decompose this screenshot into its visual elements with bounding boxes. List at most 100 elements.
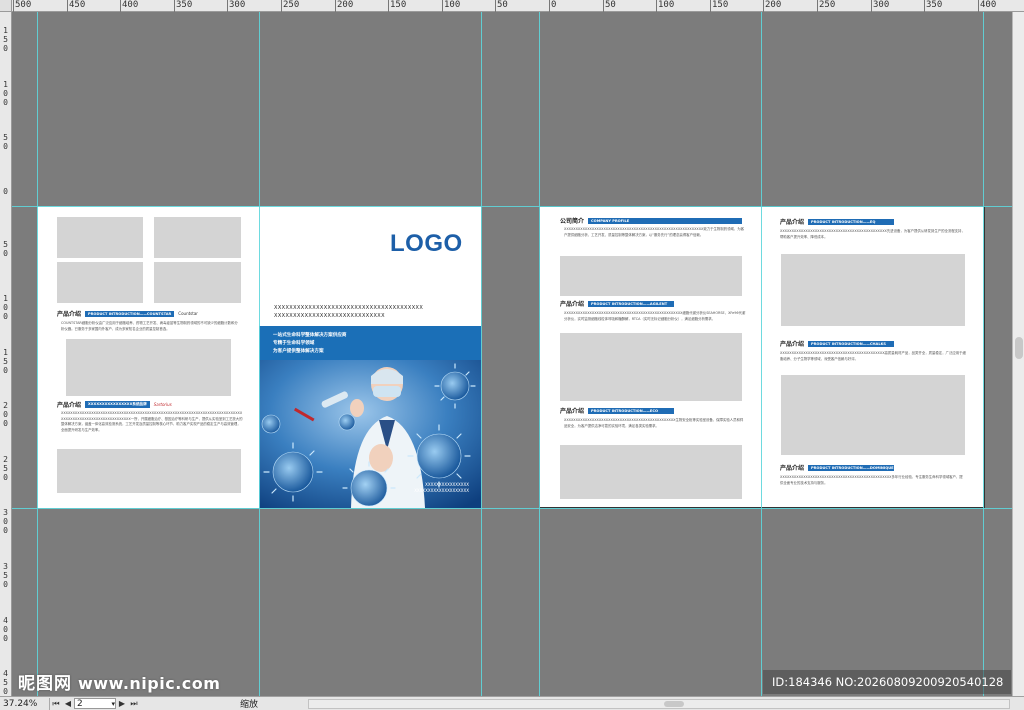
ruler-tick bbox=[281, 0, 282, 12]
ruler-tick bbox=[656, 0, 657, 12]
ruler-label: 200 bbox=[3, 401, 8, 428]
image-placeholder bbox=[781, 254, 965, 326]
ruler-label: 150 bbox=[3, 348, 8, 375]
ruler-label: 250 bbox=[3, 455, 8, 482]
section-title: 产品介绍 bbox=[560, 301, 585, 308]
ruler-label: 300 bbox=[873, 0, 890, 10]
page-number-value: 2 bbox=[77, 699, 83, 709]
next-page-icon[interactable]: ▶ bbox=[116, 699, 128, 708]
ruler-label: 100 bbox=[444, 0, 461, 10]
ruler-tick bbox=[120, 0, 121, 12]
first-page-icon[interactable]: ⏮ bbox=[50, 699, 62, 709]
cover-caption: XXXXXXXXXXXXXXXX XXXXXXXXXXXXXXXXXXXX bbox=[414, 482, 469, 494]
ruler-label: 350 bbox=[3, 562, 8, 589]
watermark-url: www.nipic.com bbox=[78, 674, 221, 693]
section-title: 产品介绍 bbox=[780, 219, 805, 226]
ruler-label: 100 bbox=[3, 294, 8, 321]
guide-line[interactable] bbox=[37, 12, 38, 696]
ruler-label: 50 bbox=[3, 133, 8, 151]
watermark-site: 昵图网 www.nipic.com bbox=[18, 669, 220, 694]
section-header-countstar: 产品介绍 PRODUCT INTRODUCTION——COUNTSTAR Cou… bbox=[57, 309, 198, 318]
ruler-tick bbox=[442, 0, 443, 12]
ruler-label: 100 bbox=[658, 0, 675, 10]
section-header-sartorius: 产品介绍 XXXXXXXXXXXXXXXX系统品牌 Sartorius bbox=[57, 400, 172, 409]
right-spread[interactable]: 公司简介 COMPANY PROFILE XXXXXXXXXXXXXXXXXXX… bbox=[539, 206, 985, 508]
page-number-field[interactable]: 2 ▾ bbox=[74, 698, 116, 709]
section-tag: PRODUCT INTRODUCTION——COUNTSTAR bbox=[85, 310, 175, 317]
slogan-line: 为客户提供整体解决方案 bbox=[273, 349, 324, 354]
section-header-chalks: 产品介绍 PRODUCT INTRODUCTION——CHALKS bbox=[780, 339, 895, 348]
section-title: 产品介绍 bbox=[780, 465, 805, 472]
slogan-line: 专精于生命科学领域 bbox=[273, 341, 315, 346]
ruler-label: 350 bbox=[926, 0, 943, 10]
cover-heading-line: XXXXXXXXXXXXXXXXXXXXXXXXXXXXXXXXXXXXXXX bbox=[274, 305, 424, 311]
section-tag: PRODUCT INTRODUCTION——EQ bbox=[808, 218, 895, 225]
ruler-label: 500 bbox=[15, 0, 32, 10]
ruler-label: 400 bbox=[980, 0, 997, 10]
image-placeholder bbox=[57, 449, 241, 493]
ruler-label: 450 bbox=[69, 0, 86, 10]
slogan-line: 一站式生命科学整体解决方案供应商 bbox=[273, 333, 347, 338]
ruler-label: 50 bbox=[497, 0, 508, 10]
scrollbar-thumb[interactable] bbox=[664, 700, 685, 707]
image-placeholder bbox=[57, 262, 143, 303]
ruler-tick bbox=[710, 0, 711, 12]
ruler-label: 100 bbox=[3, 80, 8, 107]
section-tag: PRODUCT INTRODUCTION——CHALKS bbox=[808, 340, 895, 347]
caption-line: XXXXXXXXXXXXXXXXXXXX bbox=[414, 488, 469, 493]
section-body-text: XXXXXXXXXXXXXXXXXXXXXXXXXXXXXXXXXXXXXXXX… bbox=[564, 311, 746, 321]
guide-line[interactable] bbox=[12, 508, 1012, 509]
horizontal-scrollbar[interactable] bbox=[308, 698, 1010, 709]
vertical-scrollbar[interactable] bbox=[1012, 12, 1024, 696]
ruler-label: 200 bbox=[765, 0, 782, 10]
chevron-down-icon[interactable]: ▾ bbox=[111, 699, 115, 708]
image-placeholder bbox=[154, 262, 241, 303]
image-placeholder bbox=[154, 217, 241, 258]
guide-line[interactable] bbox=[12, 206, 1012, 207]
image-placeholder bbox=[560, 445, 742, 499]
section-tag: PRODUCT INTRODUCTION——AGILENT bbox=[588, 300, 675, 307]
last-page-icon[interactable]: ⏭ bbox=[128, 699, 140, 709]
scrollbar-thumb[interactable] bbox=[1015, 337, 1023, 359]
ruler-tick bbox=[13, 0, 14, 12]
indesign-window: 500 450 400 350 300 250 200 150 100 50 0 50 100 150 20… bbox=[0, 0, 1024, 710]
ruler-label: 450 bbox=[3, 669, 8, 696]
section-body-text: COUNTSTAR细胞分析仪由广泛应用于细胞培养、药物工艺开发、病毒疫苗等生物制… bbox=[61, 321, 238, 331]
section-title: 产品介绍 bbox=[780, 341, 805, 348]
ruler-tick bbox=[763, 0, 764, 12]
section-body-text: XXXXXXXXXXXXXXXXXXXXXXXXXXXXXXXXXXXXXXXX… bbox=[564, 227, 745, 237]
ruler-label: 50 bbox=[3, 240, 8, 258]
brand-logo-text: Countstar bbox=[178, 311, 198, 316]
horizontal-ruler[interactable]: 500 450 400 350 300 250 200 150 100 50 0 50 100 150 20… bbox=[0, 0, 1024, 12]
cover-blue-panel: 一站式生命科学整体解决方案供应商 专精于生命科学领域 为客户提供整体解决方案 X… bbox=[259, 326, 481, 508]
section-tag: PRODUCT INTRODUCTION——ECO bbox=[588, 407, 675, 414]
ruler-label: 300 bbox=[3, 508, 8, 535]
section-title: 产品介绍 bbox=[57, 402, 82, 409]
ruler-label: 400 bbox=[3, 616, 8, 643]
ruler-origin[interactable] bbox=[0, 0, 12, 12]
cover-slogan: 一站式生命科学整体解决方案供应商 专精于生命科学领域 为客户提供整体解决方案 bbox=[273, 332, 347, 356]
ruler-label: 50 bbox=[605, 0, 616, 10]
zoom-level-field[interactable]: 37.24% bbox=[0, 697, 50, 710]
ruler-label: 250 bbox=[819, 0, 836, 10]
guide-line[interactable] bbox=[539, 12, 540, 696]
ruler-tick bbox=[335, 0, 336, 12]
ruler-label: 0 bbox=[3, 187, 8, 196]
ruler-label: 150 bbox=[3, 26, 8, 53]
section-header-profile: 公司简介 COMPANY PROFILE bbox=[560, 216, 743, 225]
guide-line[interactable] bbox=[259, 12, 260, 696]
section-header-dominique: 产品介绍 PRODUCT INTRODUCTION——DOMINIQUE bbox=[780, 463, 895, 472]
vertical-ruler[interactable]: 150 100 50 0 50 100 150 200 250 300 350 400 450 bbox=[0, 12, 12, 696]
ruler-label: 400 bbox=[122, 0, 139, 10]
ruler-label: 200 bbox=[337, 0, 354, 10]
guide-line[interactable] bbox=[761, 12, 762, 696]
cover-heading-line: XXXXXXXXXXXXXXXXXXXXXXXXXXXXX bbox=[274, 313, 385, 319]
image-placeholder bbox=[560, 333, 742, 401]
ruler-label: 350 bbox=[176, 0, 193, 10]
previous-page-icon[interactable]: ◀ bbox=[62, 699, 74, 708]
guide-line[interactable] bbox=[481, 12, 482, 696]
brand-logo-text: Sartorius bbox=[153, 402, 172, 407]
section-title: 产品介绍 bbox=[57, 311, 82, 318]
guide-line[interactable] bbox=[983, 12, 984, 696]
ruler-tick bbox=[67, 0, 68, 12]
